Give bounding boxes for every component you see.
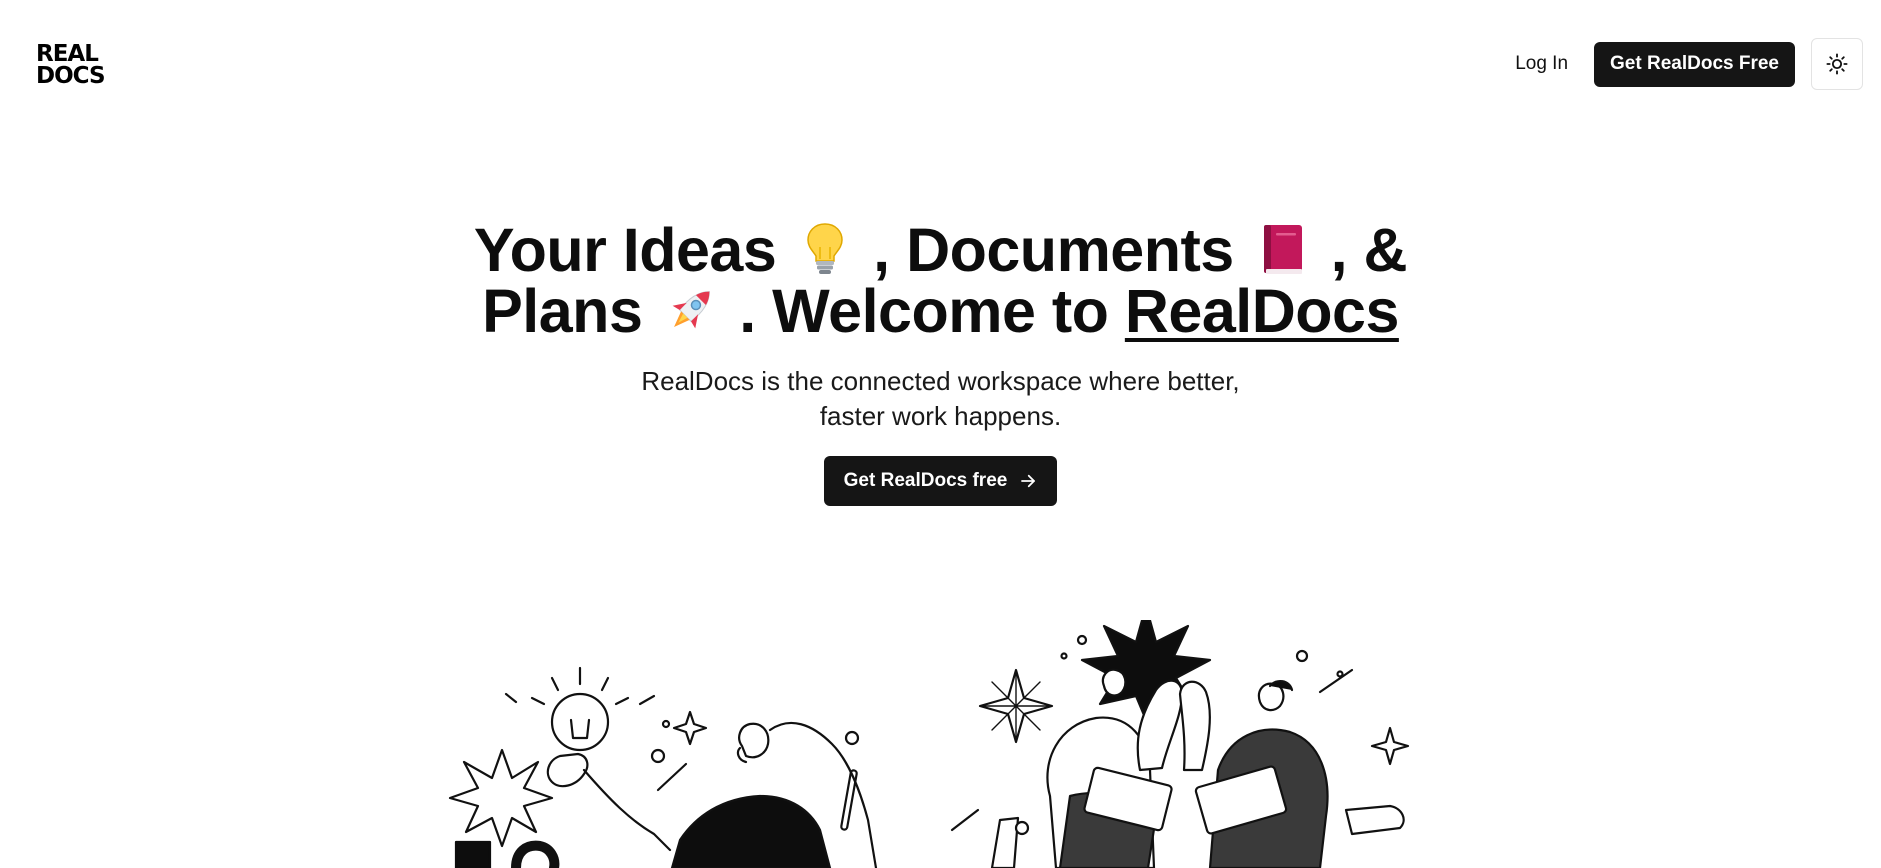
hero-subtitle: RealDocs is the connected workspace wher… (641, 366, 1240, 431)
get-realdocs-free-button[interactable]: Get RealDocs Free (1594, 41, 1795, 87)
people-collaborating-illustration (448, 604, 1410, 868)
lightbulb-emoji-icon (806, 223, 843, 274)
logo-line-1: REAL (36, 41, 99, 67)
rocket-emoji-icon (672, 291, 710, 329)
title-part-ideas: Your Ideas (473, 216, 777, 284)
hero-illustration (440, 604, 1440, 868)
title-part-documents: , Documents (873, 216, 1234, 284)
title-brand-realdocs: RealDocs (1124, 277, 1400, 345)
idea-bulb-drawing (504, 666, 656, 752)
hero-cta-label: Get RealDocs free (843, 470, 1008, 491)
landing-page: REAL DOCS Log In Get RealDocs Free Your … (0, 0, 1881, 868)
login-link[interactable]: Log In (1505, 53, 1578, 75)
nav-actions: Log In Get RealDocs Free (1505, 38, 1863, 90)
hero-section: Your Ideas , Documents , & Plans . Welco… (0, 220, 1881, 506)
book-emoji-icon (1264, 225, 1303, 274)
title-part-and: , & (1330, 216, 1408, 284)
sun-icon (1826, 53, 1848, 75)
title-part-welcome: . Welcome to (739, 277, 1109, 345)
hero-title: Your Ideas , Documents , & Plans . Welco… (451, 220, 1431, 342)
realdocs-logo[interactable]: REAL DOCS (36, 41, 120, 89)
high-five-drawing (950, 604, 1410, 868)
hero-get-realdocs-free-button[interactable]: Get RealDocs free (823, 456, 1058, 506)
arrow-right-icon (1021, 474, 1036, 488)
title-part-plans: Plans (482, 277, 643, 345)
theme-toggle-button[interactable] (1811, 38, 1863, 90)
logo-line-2: DOCS (36, 63, 106, 89)
navbar: REAL DOCS Log In Get RealDocs Free (0, 0, 1881, 128)
